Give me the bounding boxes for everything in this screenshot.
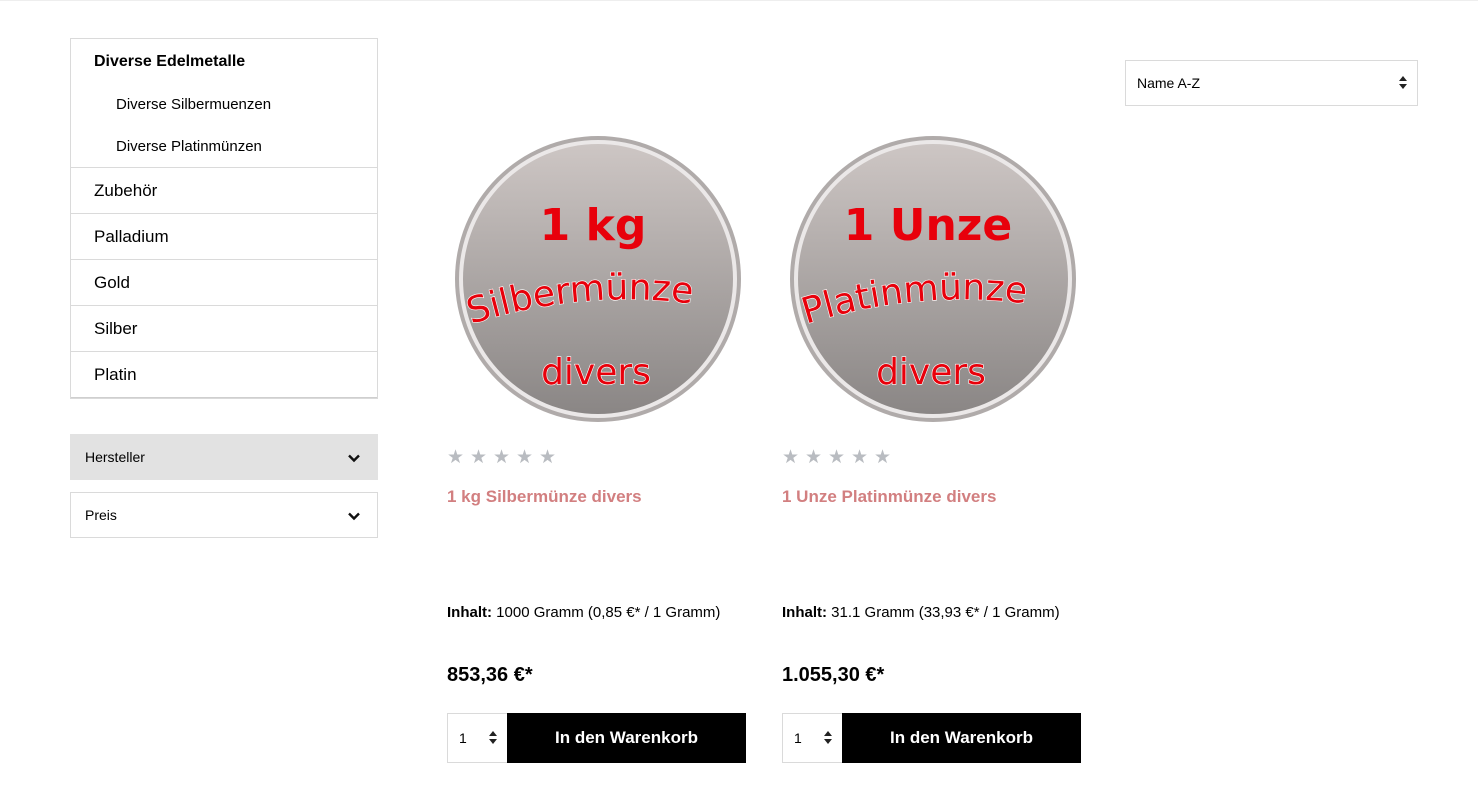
add-to-cart-button[interactable]: In den Warenkorb	[842, 713, 1081, 763]
category-label: Palladium	[94, 227, 169, 246]
category-item-palladium[interactable]: Palladium	[71, 214, 377, 260]
add-to-cart-button[interactable]: In den Warenkorb	[507, 713, 746, 763]
product-image-platinum-coin[interactable]: 1 Unze Platinmünze divers	[788, 134, 1078, 424]
star-icon: ★	[539, 447, 557, 468]
subcategory-diverse-platinmuenzen[interactable]: Diverse Platinmünzen	[116, 138, 262, 155]
product-name-link[interactable]: 1 kg Silbermünze divers	[447, 487, 642, 507]
category-item-zubehoer[interactable]: Zubehör	[71, 168, 377, 214]
updown-arrows-icon	[824, 731, 832, 745]
star-icon: ★	[493, 447, 511, 468]
quantity-select[interactable]: 1 S	[782, 713, 843, 763]
quantity-value: 1 S	[459, 730, 469, 746]
category-active-link[interactable]: Diverse Edelmetalle	[94, 53, 245, 71]
filter-preis[interactable]: Preis	[70, 492, 378, 538]
chevron-down-icon	[348, 512, 360, 521]
content-value: 31.1 Gramm (33,93 €* / 1 Gramm)	[831, 604, 1060, 621]
coin-weight-text: 1 Unze	[844, 200, 1012, 251]
category-diverse-edelmetalle: Diverse Edelmetalle Diverse Silbermuenze…	[71, 39, 377, 168]
filter-label: Hersteller	[85, 449, 145, 465]
coin-divers-text: divers	[876, 352, 986, 393]
coin-divers-text: divers	[541, 352, 651, 393]
rating-stars: ★ ★ ★ ★ ★	[447, 448, 558, 467]
category-label: Zubehör	[94, 181, 158, 200]
quantity-select[interactable]: 1 S	[447, 713, 508, 763]
top-divider	[0, 0, 1478, 1]
product-card: 1 kg Silbermünze divers ★ ★ ★ ★ ★ 1 kg S…	[447, 130, 747, 770]
category-label: Gold	[94, 273, 130, 292]
updown-arrows-icon	[1399, 76, 1407, 90]
product-price: 1.055,30 €*	[782, 664, 885, 686]
star-icon: ★	[516, 447, 534, 468]
product-name-link[interactable]: 1 Unze Platinmünze divers	[782, 487, 996, 507]
quantity-value: 1 S	[794, 730, 804, 746]
content-label: Inhalt:	[447, 604, 492, 621]
chevron-down-icon	[348, 454, 360, 463]
coin-weight-text: 1 kg	[540, 200, 647, 251]
category-label: Platin	[94, 365, 137, 384]
filter-label: Preis	[85, 507, 117, 523]
subcategory-diverse-silbermuenzen[interactable]: Diverse Silbermuenzen	[116, 96, 271, 113]
product-content-info: Inhalt: 1000 Gramm (0,85 €* / 1 Gramm)	[447, 604, 720, 621]
category-item-silber[interactable]: Silber	[71, 306, 377, 352]
star-icon: ★	[874, 447, 892, 468]
star-icon: ★	[447, 447, 465, 468]
sort-selected-value: Name A-Z	[1137, 75, 1201, 91]
updown-arrows-icon	[489, 731, 497, 745]
sort-select[interactable]: Name A-Z	[1125, 60, 1418, 106]
content-label: Inhalt:	[782, 604, 827, 621]
rating-stars: ★ ★ ★ ★ ★	[782, 448, 893, 467]
star-icon: ★	[782, 447, 800, 468]
star-icon: ★	[828, 447, 846, 468]
product-content-info: Inhalt: 31.1 Gramm (33,93 €* / 1 Gramm)	[782, 604, 1060, 621]
category-label: Silber	[94, 319, 138, 338]
star-icon: ★	[470, 447, 488, 468]
product-image-silver-coin[interactable]: 1 kg Silbermünze divers	[453, 134, 743, 424]
star-icon: ★	[805, 447, 823, 468]
content-value: 1000 Gramm (0,85 €* / 1 Gramm)	[496, 604, 721, 621]
product-card: 1 Unze Platinmünze divers ★ ★ ★ ★ ★ 1 Un…	[782, 130, 1082, 770]
filter-hersteller[interactable]: Hersteller	[70, 434, 378, 480]
star-icon: ★	[851, 447, 869, 468]
product-price: 853,36 €*	[447, 664, 533, 686]
category-navigation: Diverse Edelmetalle Diverse Silbermuenze…	[70, 38, 378, 399]
category-item-gold[interactable]: Gold	[71, 260, 377, 306]
category-item-platin[interactable]: Platin	[71, 352, 377, 398]
